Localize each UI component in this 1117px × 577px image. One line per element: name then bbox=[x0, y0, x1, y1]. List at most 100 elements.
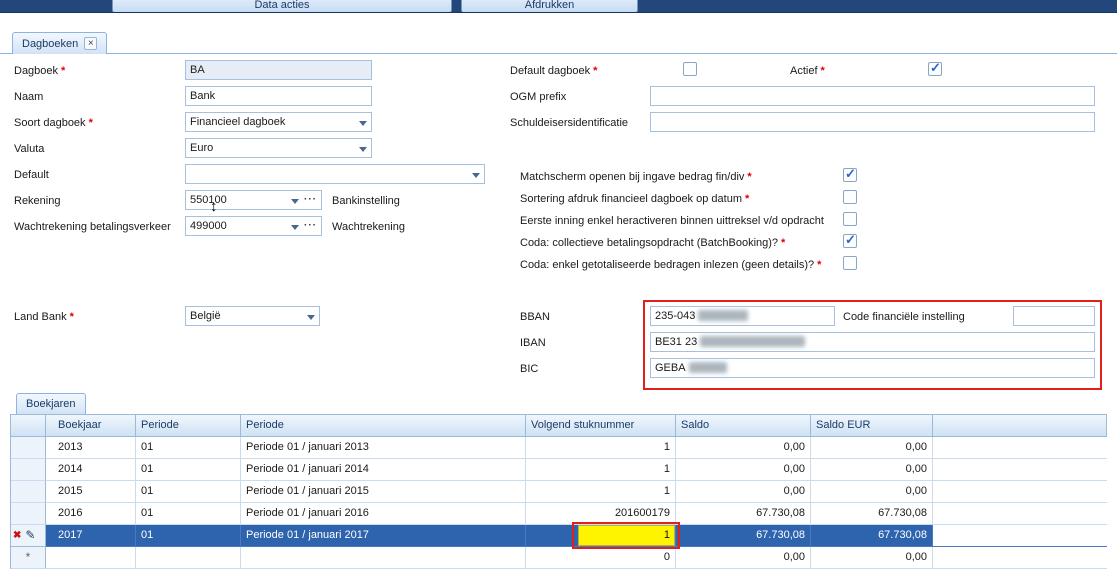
cell-saldo-eur[interactable]: 0,00 bbox=[811, 437, 933, 459]
land-bank-label: Land Bank* bbox=[14, 309, 74, 325]
edit-row-icon[interactable]: ✎ bbox=[25, 525, 35, 546]
cell-stuknummer[interactable]: 0 bbox=[526, 547, 676, 569]
cell-boekjaar[interactable]: 2013 bbox=[46, 437, 136, 459]
cell-stuknummer[interactable]: 201600179 bbox=[526, 503, 676, 525]
cell-periode[interactable]: 01 bbox=[136, 503, 241, 525]
rekening-select[interactable]: 550100··· bbox=[185, 190, 322, 210]
row-selector[interactable]: ✖ ✎ bbox=[11, 525, 46, 547]
default-dagboek-checkbox[interactable] bbox=[683, 62, 697, 76]
cell-boekjaar[interactable]: 2014 bbox=[46, 459, 136, 481]
sortering-afdruk-checkbox[interactable] bbox=[843, 190, 857, 204]
cell-omschrijving[interactable]: Periode 01 / januari 2014 bbox=[241, 459, 526, 481]
cell-stuknummer[interactable]: 1 bbox=[526, 459, 676, 481]
tab-close-icon[interactable]: × bbox=[84, 37, 97, 50]
cell-periode[interactable]: 01 bbox=[136, 459, 241, 481]
actief-checkbox[interactable] bbox=[928, 62, 942, 76]
column-header-periode[interactable]: Periode bbox=[136, 415, 241, 437]
dropdown-arrow-icon[interactable] bbox=[307, 315, 315, 324]
cell-omschrijving[interactable]: Periode 01 / januari 2016 bbox=[241, 503, 526, 525]
cell-saldo[interactable]: 67.730,08 bbox=[676, 503, 811, 525]
column-header-periode-omschrijving[interactable]: Periode bbox=[241, 415, 526, 437]
row-selector[interactable] bbox=[11, 437, 46, 459]
table-row-2015[interactable]: 2015 01 Periode 01 / januari 2015 1 0,00… bbox=[11, 481, 1107, 503]
afdrukken-button[interactable]: Afdrukken bbox=[461, 0, 638, 13]
cell-periode[interactable]: 01 bbox=[136, 481, 241, 503]
required-marker: * bbox=[61, 65, 65, 77]
cell-stuknummer[interactable]: 1 bbox=[526, 481, 676, 503]
cell-stuknummer[interactable]: 1 bbox=[526, 437, 676, 459]
wachtrekening-label: Wachtrekening betalingsverkeer bbox=[14, 219, 171, 235]
table-row-2017-selected[interactable]: ✖ ✎ 2017 01 Periode 01 / januari 2017 1 … bbox=[11, 525, 1107, 547]
cell-saldo-eur[interactable]: 0,00 bbox=[811, 547, 933, 569]
row-selector[interactable] bbox=[11, 481, 46, 503]
cell-omschrijving[interactable]: Periode 01 / januari 2015 bbox=[241, 481, 526, 503]
soort-dagboek-label: Soort dagboek* bbox=[14, 115, 93, 131]
table-row-new[interactable]: * 0 0,00 0,00 bbox=[11, 547, 1107, 569]
cell-saldo-eur[interactable]: 0,00 bbox=[811, 481, 933, 503]
data-acties-button[interactable]: Data acties bbox=[112, 0, 452, 13]
row-selector[interactable] bbox=[11, 459, 46, 481]
cell-periode[interactable] bbox=[136, 547, 241, 569]
dropdown-arrow-icon[interactable] bbox=[472, 173, 480, 182]
cell-boekjaar[interactable]: 2016 bbox=[46, 503, 136, 525]
table-row-2016[interactable]: 2016 01 Periode 01 / januari 2016 201600… bbox=[11, 503, 1107, 525]
code-instelling-field[interactable] bbox=[1013, 306, 1095, 326]
cell-boekjaar[interactable]: 2015 bbox=[46, 481, 136, 503]
new-row-selector[interactable]: * bbox=[11, 547, 46, 569]
cell-omschrijving[interactable]: Periode 01 / januari 2013 bbox=[241, 437, 526, 459]
cell-saldo[interactable]: 0,00 bbox=[676, 459, 811, 481]
cell-filler bbox=[933, 481, 1107, 503]
column-header-saldo[interactable]: Saldo bbox=[676, 415, 811, 437]
wachtrekening-select[interactable]: 499000··· bbox=[185, 216, 322, 236]
cell-saldo[interactable]: 67.730,08 bbox=[676, 525, 811, 547]
required-marker: * bbox=[747, 171, 751, 183]
table-row-2014[interactable]: 2014 01 Periode 01 / januari 2014 1 0,00… bbox=[11, 459, 1107, 481]
cell-saldo[interactable]: 0,00 bbox=[676, 481, 811, 503]
schuldeisersidentificatie-field[interactable] bbox=[650, 112, 1095, 132]
cell-saldo[interactable]: 0,00 bbox=[676, 437, 811, 459]
cell-saldo-eur[interactable]: 67.730,08 bbox=[811, 503, 933, 525]
tab-boekjaren[interactable]: Boekjaren bbox=[16, 393, 86, 414]
dropdown-arrow-icon[interactable] bbox=[359, 147, 367, 156]
delete-row-icon[interactable]: ✖ bbox=[13, 525, 21, 546]
coda-getotaliseerd-checkbox[interactable] bbox=[843, 256, 857, 270]
cell-omschrijving[interactable]: Periode 01 / januari 2017 bbox=[241, 525, 526, 547]
stuknummer-editor[interactable]: 1 bbox=[578, 525, 675, 546]
cell-stuknummer-editing[interactable]: 1 bbox=[526, 525, 676, 547]
redacted-text bbox=[689, 362, 727, 373]
row-selector[interactable] bbox=[11, 503, 46, 525]
wachtrekening-suffix-label: Wachtrekening bbox=[332, 219, 405, 235]
dropdown-arrow-icon[interactable] bbox=[291, 225, 299, 234]
bban-field[interactable]: 235-043 bbox=[650, 306, 835, 326]
bic-field[interactable]: GEBA bbox=[650, 358, 1095, 378]
cell-boekjaar[interactable]: 2017 bbox=[46, 525, 136, 547]
coda-batchbooking-checkbox[interactable] bbox=[843, 234, 857, 248]
tab-dagboeken[interactable]: Dagboeken × bbox=[12, 32, 107, 54]
soort-dagboek-select[interactable]: Financieel dagboek bbox=[185, 112, 372, 132]
matchscherm-checkbox[interactable] bbox=[843, 168, 857, 182]
cell-boekjaar[interactable] bbox=[46, 547, 136, 569]
dropdown-arrow-icon[interactable] bbox=[359, 121, 367, 130]
column-header-saldo-eur[interactable]: Saldo EUR bbox=[811, 415, 933, 437]
table-row-2013[interactable]: 2013 01 Periode 01 / januari 2013 1 0,00… bbox=[11, 437, 1107, 459]
cell-saldo[interactable]: 0,00 bbox=[676, 547, 811, 569]
ogm-prefix-field[interactable] bbox=[650, 86, 1095, 106]
cell-periode[interactable]: 01 bbox=[136, 525, 241, 547]
valuta-select[interactable]: Euro bbox=[185, 138, 372, 158]
cell-saldo-eur[interactable]: 67.730,08 bbox=[811, 525, 933, 547]
cell-omschrijving[interactable] bbox=[241, 547, 526, 569]
naam-field[interactable]: Bank bbox=[185, 86, 372, 106]
cell-filler bbox=[933, 547, 1107, 569]
eerste-inning-checkbox[interactable] bbox=[843, 212, 857, 226]
column-header-volgend-stuknummer[interactable]: Volgend stuknummer bbox=[526, 415, 676, 437]
column-header-boekjaar[interactable]: Boekjaar bbox=[46, 415, 136, 437]
cell-saldo-eur[interactable]: 0,00 bbox=[811, 459, 933, 481]
default-select[interactable] bbox=[185, 164, 485, 184]
iban-field[interactable]: BE31 23 bbox=[650, 332, 1095, 352]
ellipsis-button[interactable]: ··· bbox=[304, 217, 317, 234]
land-bank-select[interactable]: België bbox=[185, 306, 320, 326]
dropdown-arrow-icon[interactable] bbox=[291, 199, 299, 208]
ellipsis-button[interactable]: ··· bbox=[304, 191, 317, 208]
grid-header-row: Boekjaar Periode Periode Volgend stuknum… bbox=[11, 415, 1107, 437]
cell-periode[interactable]: 01 bbox=[136, 437, 241, 459]
